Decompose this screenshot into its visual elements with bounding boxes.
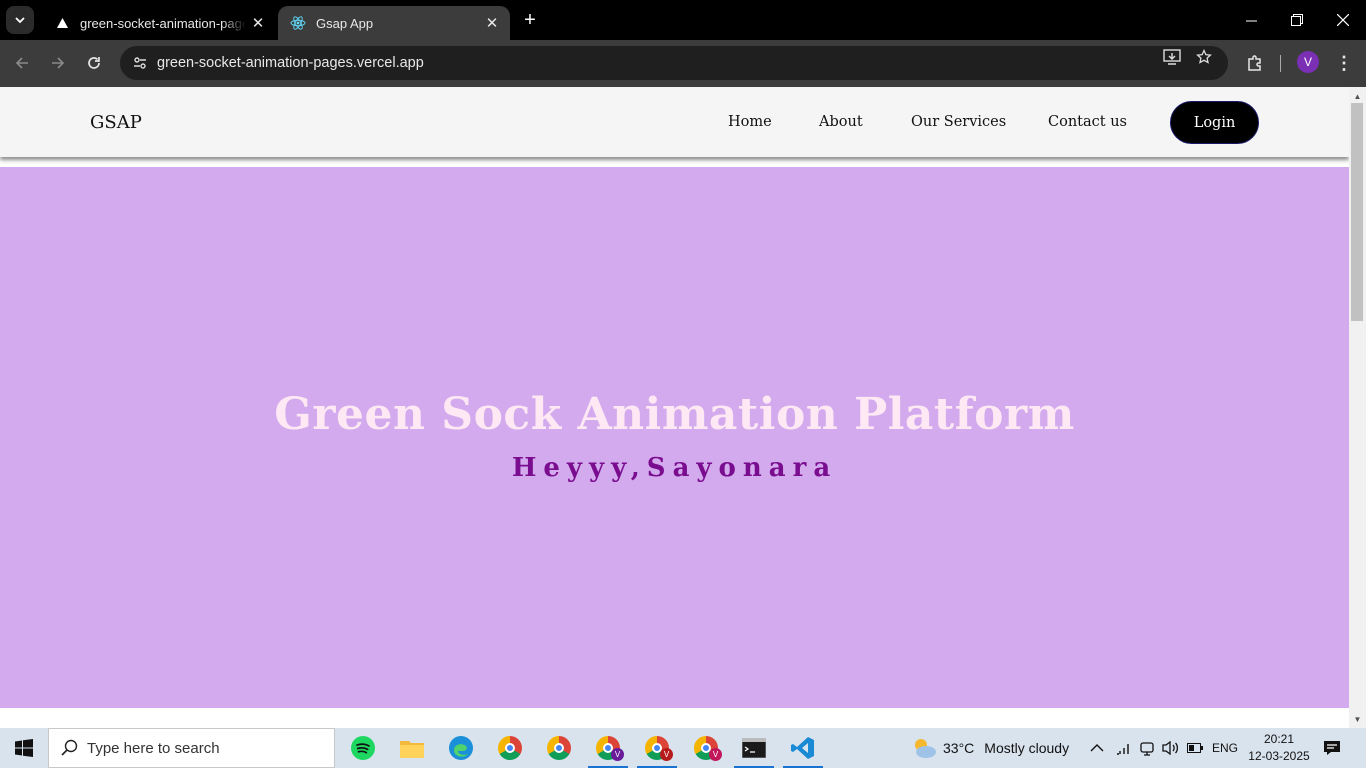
- minimize-button[interactable]: [1228, 0, 1274, 40]
- close-tab-icon[interactable]: ✕: [246, 11, 270, 35]
- scrollbar-thumb[interactable]: [1351, 103, 1363, 321]
- close-window-button[interactable]: [1320, 0, 1366, 40]
- tab-search-button[interactable]: [6, 6, 34, 34]
- tab-green-socket[interactable]: green-socket-animation-pages ✕: [42, 6, 276, 40]
- toolbar-divider: [1280, 55, 1281, 72]
- browser-titlebar: green-socket-animation-pages ✕ Gsap App …: [0, 0, 1366, 40]
- taskbar-vscode[interactable]: [779, 728, 827, 768]
- scroll-up-arrow-icon[interactable]: ▲: [1349, 89, 1366, 103]
- site-settings-icon[interactable]: [124, 55, 156, 71]
- taskbar-chrome-2[interactable]: [535, 728, 583, 768]
- profile-badge: V: [709, 748, 722, 761]
- browser-toolbar: green-socket-animation-pages.vercel.app …: [0, 40, 1366, 87]
- taskbar-chrome-1[interactable]: [486, 728, 534, 768]
- nav-about[interactable]: About: [819, 114, 863, 130]
- arrow-right-icon: [52, 57, 65, 69]
- nav-our-services[interactable]: Our Services: [911, 114, 1006, 130]
- volume-icon[interactable]: [1161, 728, 1179, 768]
- search-placeholder: Type here to search: [87, 739, 220, 757]
- taskbar-spotify[interactable]: [339, 728, 387, 768]
- install-app-icon[interactable]: [1157, 48, 1187, 66]
- tab-title: green-socket-animation-pages: [80, 15, 246, 31]
- address-bar[interactable]: green-socket-animation-pages.vercel.app: [120, 46, 1228, 80]
- vertical-scrollbar[interactable]: ▲ ▼: [1349, 87, 1366, 728]
- close-tab-icon[interactable]: ✕: [480, 11, 504, 35]
- tab-title: Gsap App: [316, 15, 374, 31]
- login-button[interactable]: Login: [1170, 101, 1259, 144]
- network-icon[interactable]: [1116, 728, 1132, 768]
- forward-button[interactable]: [43, 48, 73, 78]
- taskbar-edge[interactable]: [437, 728, 485, 768]
- terminal-icon: [742, 738, 766, 758]
- scroll-down-arrow-icon[interactable]: ▼: [1349, 712, 1366, 726]
- profile-badge: V: [660, 748, 673, 761]
- page-viewport: GSAP Home About Our Services Contact us …: [0, 87, 1366, 728]
- taskbar-clock[interactable]: 20:21 12-03-2025: [1244, 731, 1314, 765]
- bookmark-star-icon[interactable]: [1189, 48, 1219, 66]
- taskbar-terminal[interactable]: [730, 728, 778, 768]
- new-tab-button[interactable]: +: [516, 8, 544, 32]
- battery-icon[interactable]: [1187, 728, 1203, 768]
- weather-temp: 33°C: [943, 740, 975, 756]
- spotify-icon: [351, 736, 375, 760]
- profile-avatar[interactable]: V: [1297, 51, 1319, 73]
- restore-button[interactable]: [1274, 0, 1320, 40]
- taskbar-chrome-profile-v2[interactable]: V: [633, 728, 681, 768]
- puzzle-icon: [1248, 55, 1261, 71]
- chevron-up-icon: [1090, 744, 1104, 752]
- react-icon: [290, 15, 306, 31]
- clock-date: 12-03-2025: [1248, 749, 1310, 763]
- profile-badge: V: [611, 748, 624, 761]
- url-text: green-socket-animation-pages.vercel.app: [157, 55, 424, 71]
- minimize-icon: [1245, 20, 1257, 21]
- taskbar-chrome-profile-v3[interactable]: V: [682, 728, 730, 768]
- edge-icon: [449, 736, 473, 760]
- hero-section: Green Sock Animation Platform Heyyy,Sayo…: [0, 167, 1349, 708]
- windows-logo-icon: [15, 739, 33, 757]
- chevron-down-icon: [15, 17, 25, 24]
- notifications-button[interactable]: [1323, 728, 1341, 768]
- clock-time: 20:21: [1263, 732, 1295, 746]
- reload-icon: [88, 57, 100, 69]
- site-navbar: GSAP Home About Our Services Contact us …: [0, 87, 1349, 157]
- partly-cloudy-icon: [915, 739, 936, 758]
- windows-taskbar: Type here to search V V V 33°C Mostly cl…: [0, 728, 1366, 768]
- show-hidden-icons-button[interactable]: [1090, 728, 1104, 768]
- plus-icon: +: [524, 8, 536, 31]
- weather-desc: Mostly cloudy: [984, 740, 1070, 756]
- chrome-icon: [498, 736, 522, 760]
- vscode-icon: [791, 737, 814, 759]
- extensions-button[interactable]: [1240, 48, 1270, 78]
- more-vertical-icon: ⋮: [1335, 52, 1353, 73]
- taskbar-chrome-profile-v1[interactable]: V: [584, 728, 632, 768]
- reload-button[interactable]: [79, 48, 109, 78]
- taskbar-file-explorer[interactable]: [388, 728, 436, 768]
- start-button[interactable]: [0, 728, 48, 768]
- taskbar-search-box[interactable]: Type here to search: [48, 728, 335, 768]
- meet-now-icon[interactable]: [1139, 728, 1155, 768]
- menu-button[interactable]: ⋮: [1329, 48, 1359, 78]
- close-icon: [1337, 14, 1349, 26]
- restore-icon: [1291, 14, 1303, 26]
- hero-subtitle: Heyyy,Sayonara: [511, 453, 838, 483]
- hero-title: Green Sock Animation Platform: [274, 389, 1075, 440]
- back-button[interactable]: [7, 48, 37, 78]
- language-indicator[interactable]: ENG: [1212, 728, 1238, 768]
- site-brand[interactable]: GSAP: [90, 112, 142, 133]
- chrome-icon: [547, 736, 571, 760]
- nav-home[interactable]: Home: [728, 114, 772, 130]
- nav-contact-us[interactable]: Contact us: [1048, 114, 1127, 130]
- vercel-triangle-icon: [54, 15, 70, 31]
- notification-icon: [1324, 741, 1340, 755]
- weather-widget[interactable]: 33°C Mostly cloudy: [911, 728, 1069, 768]
- tab-gsap-app[interactable]: Gsap App ✕: [278, 6, 510, 40]
- search-icon: [61, 739, 78, 756]
- arrow-left-icon: [15, 57, 28, 69]
- folder-icon: [400, 741, 424, 758]
